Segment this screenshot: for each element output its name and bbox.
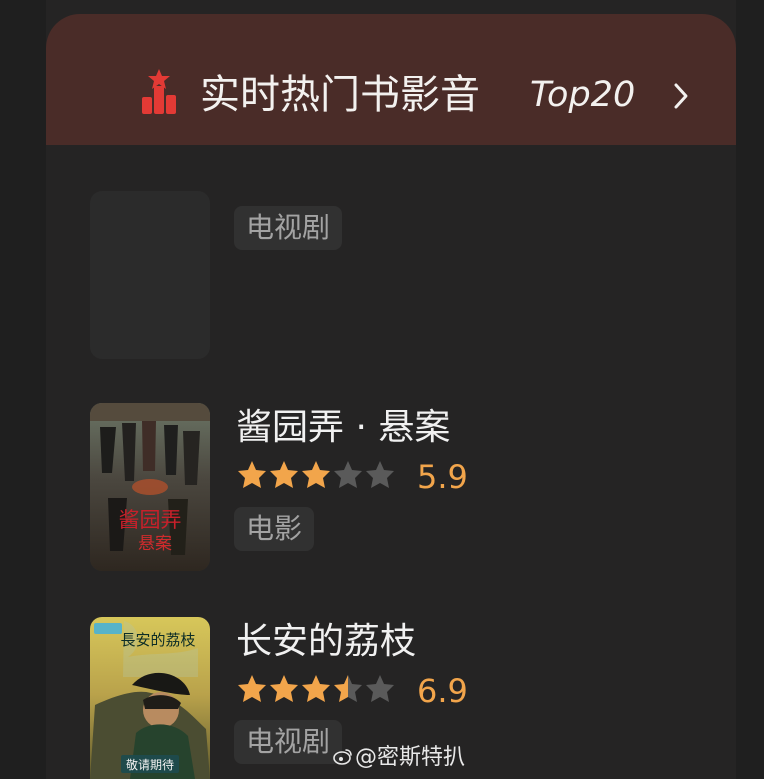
chevron-right-icon[interactable]: [672, 82, 690, 110]
star-icon: [366, 461, 394, 488]
item-title: 长安的荔枝: [236, 621, 417, 662]
star-icon: [334, 461, 362, 488]
star-icon: [366, 675, 394, 702]
rating-score: 5.9: [417, 458, 468, 496]
poster-title: 酱园弄: [119, 508, 182, 532]
item-title: 酱园弄 · 悬案: [236, 407, 451, 448]
poster-title: 長安的荔枝: [120, 631, 195, 649]
half-star-icon: [334, 675, 362, 702]
poster-subtitle: 悬案: [138, 534, 172, 554]
poster-placeholder: [90, 191, 210, 359]
hot-list-header[interactable]: 实时热门书影音 Top20: [46, 14, 736, 145]
header-top-label: Top20: [530, 75, 636, 115]
category-tag: 电视剧: [234, 206, 343, 250]
drama-poster: 長安的荔枝 敬请期待: [90, 617, 210, 779]
star-icon: [302, 461, 330, 488]
trophy-chart-icon: [142, 69, 176, 114]
rating-stars: [238, 675, 394, 702]
rating-stars: [238, 461, 394, 488]
category-tag: 电视剧: [234, 720, 343, 764]
page: 实时热门书影音 Top20 电视剧 酱园弄 悬案 酱园弄 · 悬案 5.9 电影…: [0, 0, 764, 779]
poster-subtitle: 敬请期待: [126, 758, 174, 772]
rating-score: 6.9: [417, 672, 468, 710]
star-icon: [238, 675, 266, 702]
watermark-text: @密斯特扒: [355, 745, 466, 770]
list-item[interactable]: 酱园弄 悬案 酱园弄 · 悬案 5.9 电影: [90, 403, 650, 573]
star-icon: [270, 675, 298, 702]
movie-poster: 酱园弄 悬案: [90, 403, 210, 571]
weibo-logo-icon: [333, 749, 352, 765]
star-icon: [302, 675, 330, 702]
star-icon: [238, 461, 266, 488]
header-title: 实时热门书影音: [200, 72, 480, 118]
star-icon: [270, 461, 298, 488]
category-tag: 电影: [234, 507, 315, 551]
list-item[interactable]: 电视剧: [90, 191, 650, 359]
